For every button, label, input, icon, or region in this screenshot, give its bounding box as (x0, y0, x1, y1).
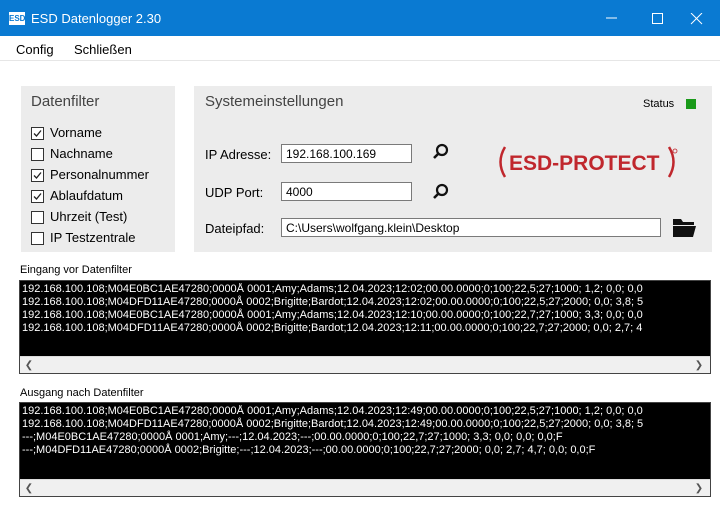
check-icon (33, 172, 42, 179)
log-line: ---;M04DFD11AE47280;0000Å 0002;Brigitte;… (22, 444, 596, 456)
input-log-lines: 192.168.100.108;M04E0BC1AE47280;0000Å 00… (22, 283, 708, 335)
title-bar: ESD ESD Datenlogger 2.30 (0, 0, 720, 36)
scroll-left-icon[interactable]: ❮ (22, 359, 36, 372)
checkbox[interactable] (31, 190, 44, 203)
app-icon: ESD (9, 12, 26, 25)
checkbox[interactable] (31, 211, 44, 224)
status-label: Status (643, 98, 675, 110)
ip-address-input[interactable] (281, 144, 412, 163)
check-icon (33, 130, 42, 137)
ip-label: IP Adresse: (205, 147, 272, 162)
maximize-icon (652, 13, 663, 24)
checkbox[interactable] (31, 127, 44, 140)
datenfilter-title: Datenfilter (31, 93, 100, 110)
status-indicator (686, 99, 696, 109)
filter-label: IP Testzentrale (50, 230, 136, 245)
filter-label: Uhrzeit (Test) (50, 209, 128, 224)
datenfilter-panel: Datenfilter Vorname Nachname Personalnum… (21, 86, 175, 252)
output-log-scrollbar[interactable]: ❮ ❯ (20, 479, 710, 496)
menu-close[interactable]: Schließen (74, 42, 132, 57)
input-log-label: Eingang vor Datenfilter (20, 264, 132, 276)
scroll-right-icon[interactable]: ❯ (692, 359, 706, 372)
checkbox[interactable] (31, 232, 44, 245)
filter-label: Vorname (50, 125, 103, 140)
log-line: 192.168.100.108;M04E0BC1AE47280;0000Å 00… (22, 405, 643, 417)
checkbox[interactable] (31, 148, 44, 161)
check-icon (33, 193, 42, 200)
file-path-input[interactable] (281, 218, 661, 237)
logo-text: ESD-PROTECT (509, 152, 660, 175)
log-line: 192.168.100.108;M04DFD11AE47280;0000Å 00… (22, 418, 644, 430)
menu-divider (0, 60, 720, 61)
close-button[interactable] (674, 0, 720, 36)
filter-label: Personalnummer (50, 167, 149, 182)
system-title: Systemeinstellungen (205, 93, 344, 110)
output-log-lines: 192.168.100.108;M04E0BC1AE47280;0000Å 00… (22, 405, 708, 457)
filter-label: Nachname (50, 146, 113, 161)
esd-protect-logo: ESD-PROTECT (493, 143, 683, 184)
path-label: Dateipfad: (205, 221, 265, 236)
search-icon (433, 183, 449, 199)
input-log-box[interactable]: 192.168.100.108;M04E0BC1AE47280;0000Å 00… (19, 280, 711, 374)
checkbox[interactable] (31, 169, 44, 182)
udp-search-button[interactable] (432, 183, 450, 204)
output-log-label: Ausgang nach Datenfilter (20, 387, 144, 399)
input-log-scrollbar[interactable]: ❮ ❯ (20, 356, 710, 373)
window-title: ESD Datenlogger 2.30 (31, 11, 162, 26)
folder-button[interactable] (672, 216, 698, 241)
udp-port-input[interactable] (281, 182, 412, 201)
ip-search-button[interactable] (432, 143, 450, 164)
systemeinstellungen-panel: Systemeinstellungen Status IP Adresse: U… (194, 86, 712, 252)
udp-label: UDP Port: (205, 185, 264, 200)
output-log-box[interactable]: 192.168.100.108;M04E0BC1AE47280;0000Å 00… (19, 402, 711, 497)
log-line: 192.168.100.108;M04E0BC1AE47280;0000Å 00… (22, 283, 643, 295)
minimize-icon (606, 17, 617, 19)
close-icon (690, 13, 703, 25)
log-line: 192.168.100.108;M04E0BC1AE47280;0000Å 00… (22, 309, 643, 321)
log-line: 192.168.100.108;M04DFD11AE47280;0000Å 00… (22, 322, 643, 334)
folder-icon (673, 219, 696, 237)
scroll-left-icon[interactable]: ❮ (22, 482, 36, 495)
log-line: ---;M04E0BC1AE47280;0000Å 0001;Amy;---;1… (22, 431, 563, 443)
log-line: 192.168.100.108;M04DFD11AE47280;0000Å 00… (22, 296, 644, 308)
scroll-right-icon[interactable]: ❯ (692, 482, 706, 495)
menu-bar: Config Schließen (0, 36, 720, 60)
filter-label: Ablaufdatum (50, 188, 123, 203)
menu-config[interactable]: Config (16, 42, 54, 57)
search-icon (433, 143, 449, 159)
logo-graphic: ESD-PROTECT (499, 146, 678, 178)
minimize-button[interactable] (589, 0, 635, 36)
